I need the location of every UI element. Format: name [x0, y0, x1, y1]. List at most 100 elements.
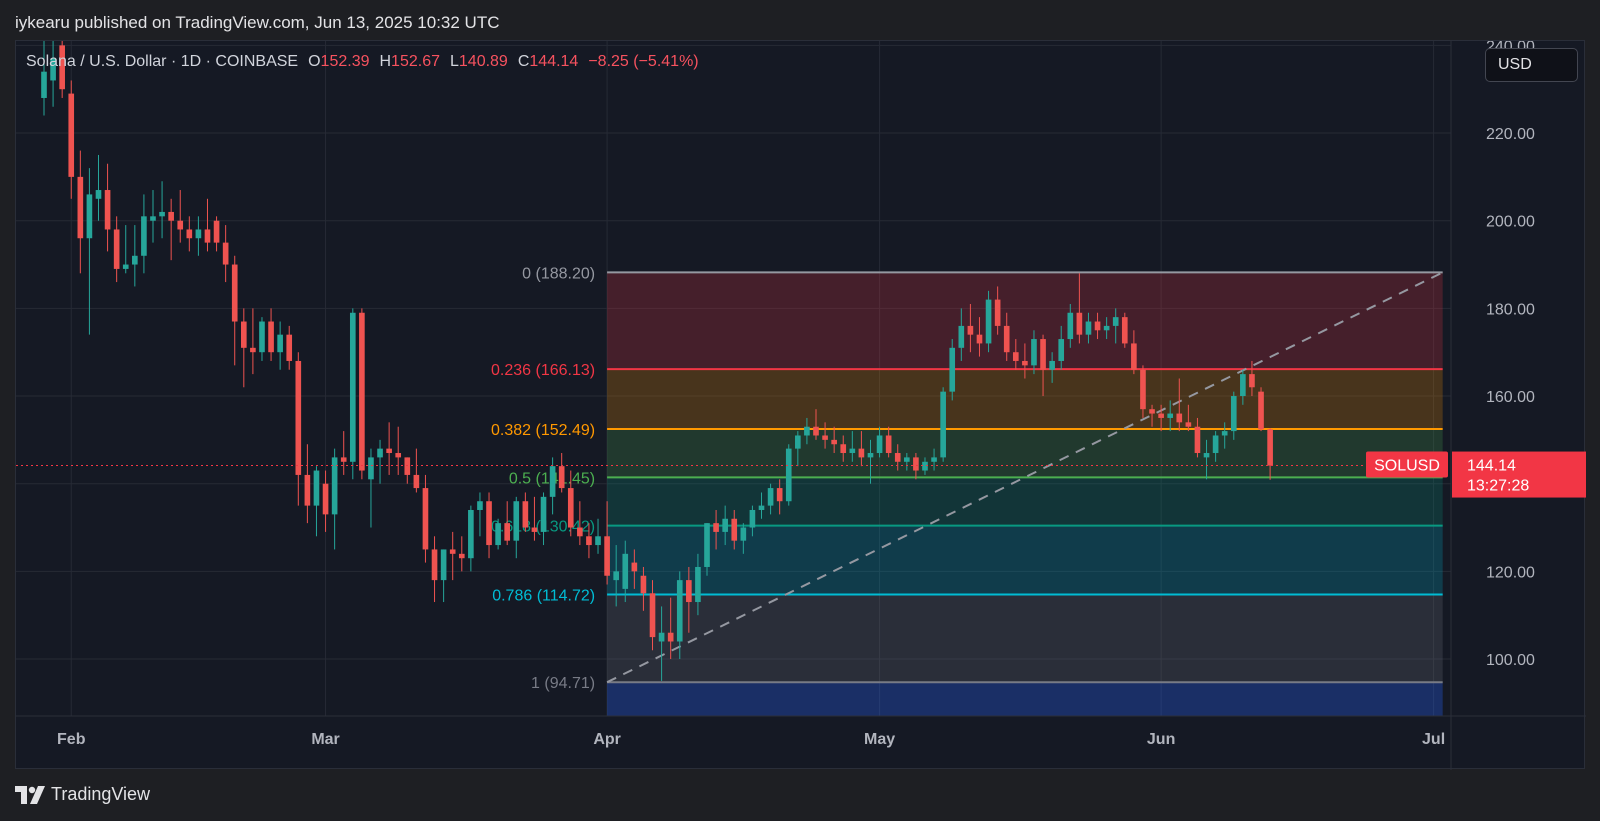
- candle-body: [1031, 339, 1037, 366]
- candle-body: [440, 549, 447, 581]
- candle-body: [377, 448, 383, 458]
- candle: [313, 466, 320, 537]
- candle: [104, 163, 111, 252]
- fib-level-label: 0.236 (166.13): [491, 362, 595, 379]
- candle: [50, 41, 56, 107]
- candle-body: [704, 523, 710, 567]
- candle-body: [486, 501, 492, 546]
- tradingview-brand[interactable]: TradingView: [15, 784, 150, 805]
- candle: [132, 225, 138, 287]
- candle-body: [150, 216, 156, 221]
- candle-body: [240, 321, 247, 348]
- candle: [940, 387, 946, 462]
- candle-body: [504, 523, 511, 541]
- price-axis-tick-label: 120.00: [1486, 564, 1535, 581]
- candle-body: [1185, 422, 1192, 427]
- candle-body: [785, 448, 792, 502]
- candle-body: [404, 457, 411, 475]
- candle: [477, 492, 483, 537]
- candle-body: [41, 71, 47, 98]
- candle-body: [1076, 312, 1083, 335]
- candle-body: [858, 448, 865, 458]
- candle-body: [613, 571, 619, 581]
- candle-body: [458, 553, 465, 559]
- candle: [331, 448, 338, 550]
- symbol-info-bar: Solana / U.S. Dollar · 1D · COINBASE O152…: [26, 53, 699, 71]
- candle-body: [1022, 360, 1028, 366]
- candle: [386, 422, 392, 475]
- candle-body: [876, 435, 883, 454]
- bar-countdown: 13:27:28: [1467, 478, 1529, 495]
- candle-body: [1194, 426, 1201, 454]
- candle-body: [1158, 413, 1164, 418]
- candle-body: [250, 347, 256, 353]
- candle: [985, 290, 992, 353]
- candle-body: [776, 488, 783, 502]
- candle-body: [204, 229, 211, 243]
- candle: [558, 453, 565, 493]
- candle-body: [177, 220, 184, 230]
- candle: [204, 198, 211, 252]
- candle-body: [468, 509, 474, 559]
- candle-body: [259, 321, 265, 353]
- candle-body: [1140, 369, 1146, 410]
- candle-body: [840, 444, 847, 454]
- candle-body: [913, 457, 919, 471]
- candle-body: [1249, 374, 1255, 388]
- candle-body: [558, 466, 565, 489]
- candle: [95, 154, 102, 221]
- candle-body: [141, 216, 147, 256]
- candle: [277, 321, 283, 370]
- candle-body: [1203, 453, 1210, 458]
- candle: [250, 308, 256, 375]
- candle-body: [286, 334, 293, 361]
- candle: [949, 339, 956, 401]
- chart-frame[interactable]: 0 (188.20) 0.236 (166.13) 0.382 (152.49) 0.…: [15, 40, 1586, 770]
- candle: [486, 492, 492, 559]
- candle-body: [1103, 325, 1110, 331]
- candle-body: [949, 347, 956, 392]
- candle-body: [1094, 321, 1101, 331]
- candle: [395, 426, 402, 475]
- candle-body: [68, 93, 75, 177]
- candle-body: [985, 299, 992, 344]
- candle-body: [758, 505, 765, 510]
- candle: [431, 536, 438, 603]
- candle: [540, 492, 547, 546]
- candle: [259, 317, 265, 361]
- candle-body: [268, 321, 274, 353]
- candle-body: [132, 255, 138, 265]
- candle-body: [676, 580, 683, 642]
- candle-body: [994, 299, 1001, 326]
- close-label: C: [517, 53, 530, 70]
- candle: [295, 352, 302, 506]
- candle-body: [1221, 431, 1228, 436]
- candle-body: [940, 391, 946, 458]
- candle: [286, 325, 293, 370]
- candle-body: [1176, 413, 1183, 423]
- candlestick-chart[interactable]: 0 (188.20) 0.236 (166.13) 0.382 (152.49) 0.…: [16, 41, 1586, 770]
- candle: [504, 501, 511, 546]
- currency-button[interactable]: USD: [1485, 48, 1578, 82]
- candle-body: [604, 536, 610, 576]
- candle-body: [595, 536, 601, 546]
- candle-body: [822, 435, 828, 440]
- candle: [141, 194, 147, 274]
- published-by-text: iykearu published on TradingView.com, Ju…: [15, 13, 500, 32]
- candle-body: [104, 190, 111, 230]
- candle-body: [894, 453, 901, 462]
- candle-body: [77, 176, 84, 239]
- candle-body: [368, 457, 374, 480]
- candle-body: [740, 527, 747, 541]
- candle: [150, 190, 156, 243]
- candle: [495, 518, 501, 550]
- candle: [186, 216, 193, 252]
- candle: [440, 549, 447, 603]
- candle-body: [1085, 321, 1092, 335]
- candle-body: [1112, 317, 1119, 326]
- candle-body: [958, 325, 965, 348]
- candle: [304, 444, 311, 524]
- close-value: 144.14: [529, 53, 579, 70]
- price-axis-tick-label: 180.00: [1486, 301, 1535, 318]
- time-axis-tick-label: Mar: [311, 731, 339, 748]
